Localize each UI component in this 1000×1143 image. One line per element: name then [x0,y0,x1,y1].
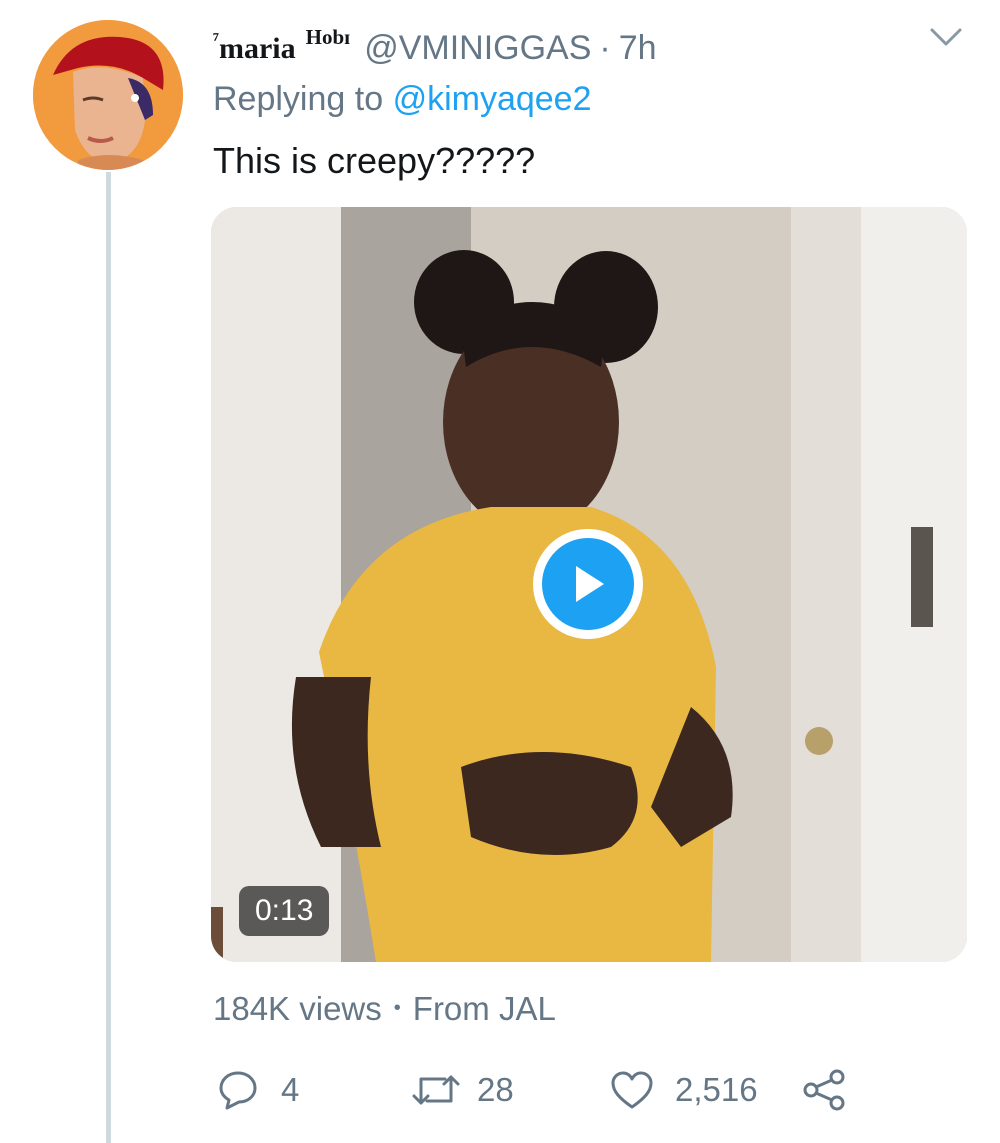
thread-connector-line [106,172,111,1143]
video-player[interactable]: 0:13 [211,207,967,962]
chevron-down-icon [930,28,962,46]
play-button[interactable] [533,529,643,639]
replying-to-line: Replying to @kimyaqee2 [213,80,592,119]
meta-separator: • [393,997,401,1019]
video-source[interactable]: From JAL [413,990,556,1027]
author-avatar[interactable] [33,20,183,170]
tweet-text: This is creepy????? [213,140,536,181]
author-name-prefix: ⁷ [213,29,219,51]
retweet-icon [412,1075,460,1105]
tweet-menu-button[interactable] [926,22,966,52]
play-icon [576,566,604,602]
reply-bubble-icon [219,1071,257,1110]
like-button[interactable]: 2,516 [609,1060,758,1120]
like-count: 2,516 [675,1071,758,1108]
play-button-circle [542,538,634,630]
author-name: maria [219,32,296,65]
view-count: 184K views [213,990,382,1027]
share-button[interactable] [801,1060,847,1120]
tweet-timestamp[interactable]: 7h [619,29,657,68]
replying-to-label: Replying to [213,80,384,118]
video-meta: 184K views • From JAL [213,990,556,1028]
author-display-name[interactable]: ⁷maria Hobɪ [213,25,364,66]
avatar-image [33,20,183,170]
header-separator: · [599,29,611,67]
retweet-count: 28 [477,1071,514,1108]
tweet-header: ⁷maria Hobɪ @VMINIGGAS · 7h [213,18,657,68]
reply-button[interactable]: 4 [217,1060,299,1120]
author-handle[interactable]: @VMINIGGAS [364,29,591,68]
reply-count: 4 [281,1071,300,1108]
heart-icon [611,1071,653,1109]
author-name-suffix: Hobɪ [305,25,351,49]
reply-mention-link[interactable]: @kimyaqee2 [393,80,592,118]
tweet-action-bar: 4 28 2,516 [213,1060,973,1120]
retweet-button[interactable]: 28 [411,1060,514,1120]
video-duration-badge: 0:13 [239,886,330,936]
share-icon [803,1069,845,1111]
